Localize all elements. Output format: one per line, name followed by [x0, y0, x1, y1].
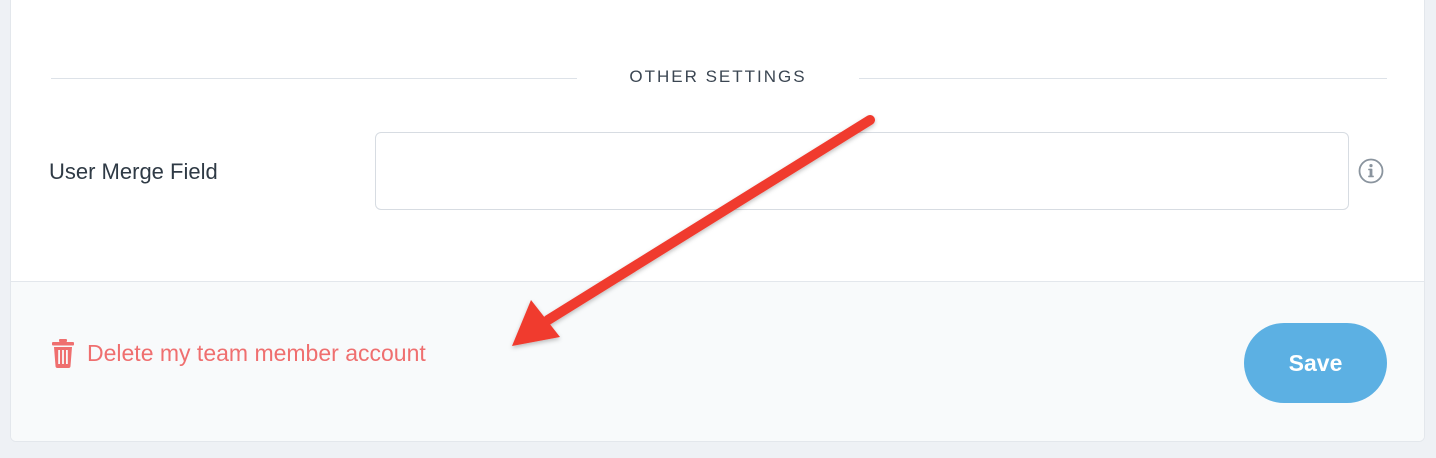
user-merge-field-label: User Merge Field — [49, 159, 218, 184]
delete-account-label: Delete my team member account — [87, 339, 426, 366]
trash-icon — [52, 339, 74, 368]
section-divider-left — [51, 78, 577, 79]
card-footer: Delete my team member account Save — [11, 281, 1424, 441]
settings-card: OTHER SETTINGS User Merge Field Delete m… — [10, 0, 1425, 442]
section-header-other-settings: OTHER SETTINGS — [51, 64, 1387, 94]
user-merge-field-input[interactable] — [375, 132, 1349, 210]
info-circle-icon[interactable] — [1357, 157, 1385, 185]
delete-account-link[interactable]: Delete my team member account — [51, 338, 426, 368]
save-button[interactable]: Save — [1244, 323, 1387, 403]
section-divider-right — [859, 78, 1387, 79]
section-title: OTHER SETTINGS — [629, 67, 807, 86]
